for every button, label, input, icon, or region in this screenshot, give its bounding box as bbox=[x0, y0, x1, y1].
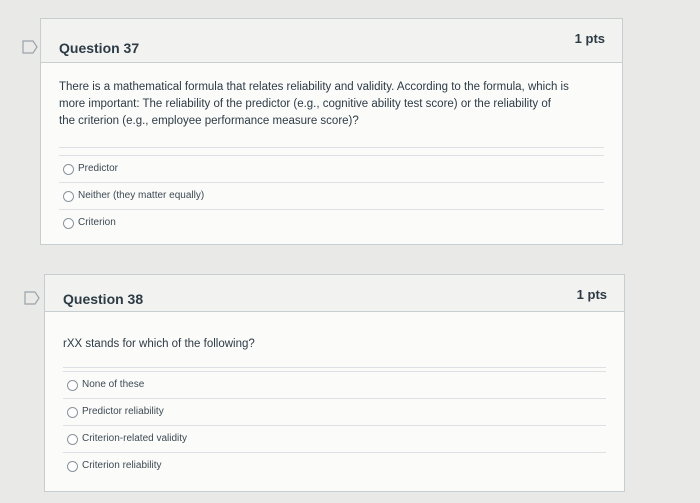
answer-label: Criterion-related validity bbox=[82, 433, 188, 444]
answer-label: None of these bbox=[82, 379, 145, 390]
answer-label: Criterion reliability bbox=[82, 460, 162, 471]
answer-option[interactable]: Criterion-related validity bbox=[63, 425, 606, 451]
question-card: Question 37 1 pts There is a mathematica… bbox=[40, 18, 623, 245]
radio-button[interactable] bbox=[67, 407, 78, 418]
answer-option[interactable]: Predictor reliability bbox=[63, 398, 606, 424]
radio-button[interactable] bbox=[63, 191, 74, 202]
answer-option[interactable]: Criterion reliability bbox=[63, 452, 606, 478]
radio-button[interactable] bbox=[67, 461, 78, 472]
question-points: 1 pts bbox=[576, 287, 607, 302]
answer-label: Predictor bbox=[78, 163, 119, 174]
radio-button[interactable] bbox=[63, 164, 74, 175]
question-card: Question 38 1 pts rXX stands for which o… bbox=[44, 274, 625, 492]
question-header: Question 37 1 pts bbox=[41, 19, 622, 63]
question-text: There is a mathematical formula that rel… bbox=[59, 79, 614, 130]
divider bbox=[59, 147, 604, 148]
answer-label: Neither (they matter equally) bbox=[78, 190, 205, 201]
flag-icon[interactable] bbox=[22, 40, 38, 54]
question-text-line: There is a mathematical formula that rel… bbox=[59, 81, 569, 93]
question-title: Question 37 bbox=[59, 40, 140, 56]
flag-icon[interactable] bbox=[24, 291, 40, 305]
question-text-line: more important: The reliability of the p… bbox=[59, 98, 551, 110]
question-title: Question 38 bbox=[63, 291, 144, 307]
question-text-line: rXX stands for which of the following? bbox=[63, 338, 255, 350]
answer-label: Criterion bbox=[78, 217, 116, 228]
question-points: 1 pts bbox=[574, 31, 605, 46]
divider bbox=[63, 367, 606, 368]
answer-option[interactable]: None of these bbox=[63, 371, 606, 397]
radio-button[interactable] bbox=[63, 218, 74, 229]
question-text: rXX stands for which of the following? bbox=[63, 336, 608, 353]
question-text-line: the criterion (e.g., employee performanc… bbox=[59, 115, 359, 127]
answer-option[interactable]: Neither (they matter equally) bbox=[59, 182, 604, 208]
answer-label: Predictor reliability bbox=[82, 406, 164, 417]
radio-button[interactable] bbox=[67, 380, 78, 391]
answer-option[interactable]: Predictor bbox=[59, 155, 604, 181]
answer-option[interactable]: Criterion bbox=[59, 209, 604, 235]
question-header: Question 38 1 pts bbox=[45, 275, 624, 312]
radio-button[interactable] bbox=[67, 434, 78, 445]
